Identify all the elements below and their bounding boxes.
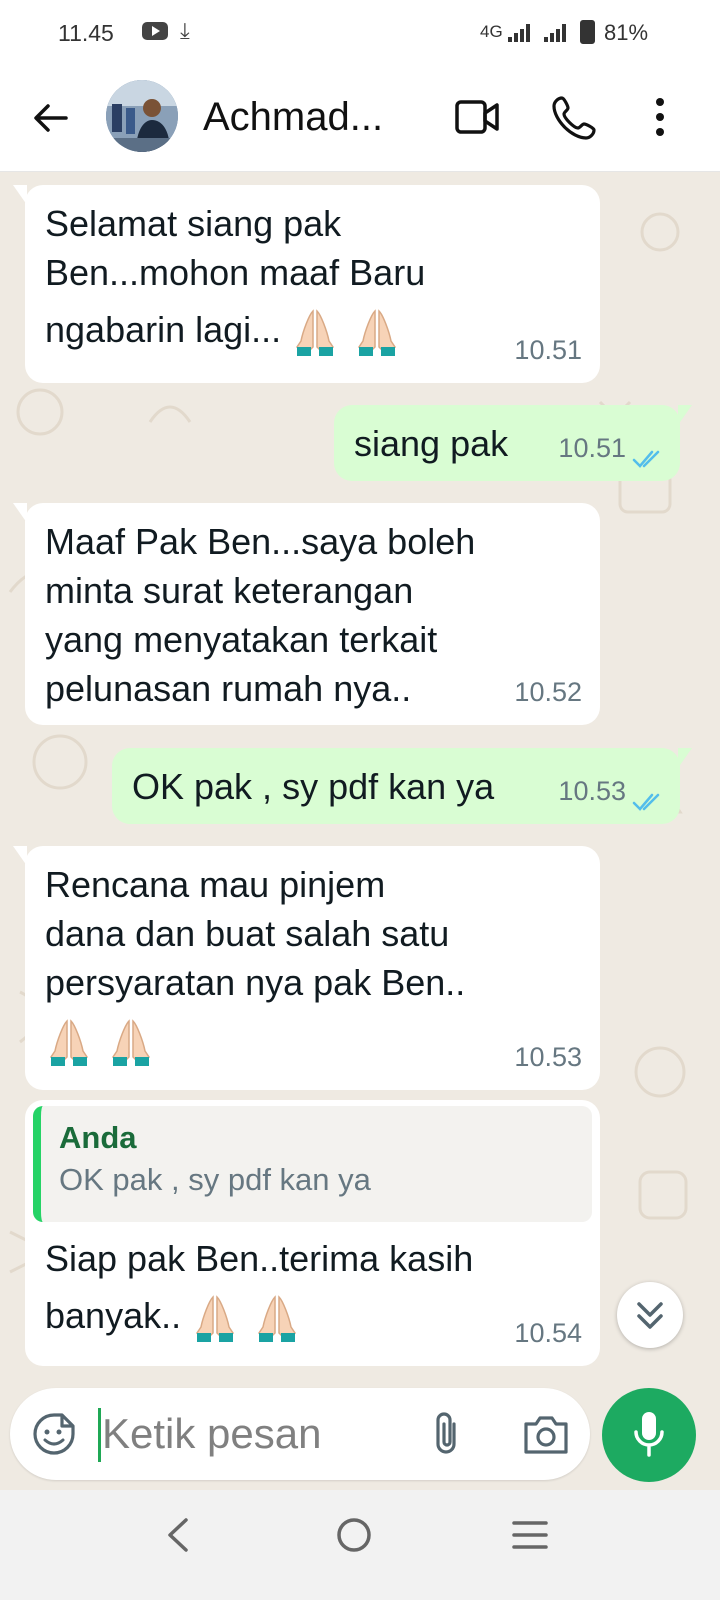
message-text: persyaratan nya pak Ben.. — [45, 962, 466, 1003]
bubble-tail — [13, 846, 27, 866]
folded-hands-emoji — [50, 1019, 88, 1067]
message-text: pelunasan rumah nya.. — [45, 668, 412, 709]
message-text: Ben...mohon maaf Baru — [45, 252, 426, 293]
voice-call-icon[interactable] — [552, 94, 598, 140]
battery-percent: 81% — [604, 20, 649, 45]
system-nav-bar — [0, 1490, 720, 1600]
signal-icon — [544, 24, 568, 42]
bubble-tail — [678, 748, 692, 768]
message-text: Siap pak Ben..terima kasih — [45, 1238, 474, 1279]
folded-hands-emoji — [358, 309, 397, 357]
message-bubble-incoming[interactable]: Anda OK pak , sy pdf kan ya Siap pak Ben… — [25, 1100, 600, 1366]
status-time: 11.45 — [58, 20, 114, 46]
nav-home-icon[interactable] — [334, 1510, 374, 1560]
message-text: ngabarin lagi... — [45, 309, 282, 350]
chat-header: Achmad... — [0, 68, 720, 172]
message-bubble-outgoing[interactable]: siang pak 10.51 — [334, 405, 692, 481]
message-time: 10.51 — [558, 433, 626, 463]
youtube-icon — [142, 22, 168, 40]
download-icon: ⤓ — [180, 18, 190, 43]
message-composer — [10, 1388, 590, 1480]
bubble-tail — [13, 503, 27, 523]
folded-hands-emoji — [112, 1019, 150, 1067]
video-call-icon[interactable] — [454, 98, 500, 136]
quote-author: Anda — [59, 1120, 137, 1155]
message-text-last-line: ngabarin lagi... — [45, 297, 580, 363]
contact-name[interactable]: Achmad... — [203, 95, 383, 140]
more-options-icon[interactable] — [648, 96, 672, 138]
avatar[interactable] — [106, 80, 178, 152]
double-chevron-down-icon — [637, 1302, 663, 1329]
message-text-last-line: banyak.. — [45, 1283, 580, 1349]
nav-recents-icon[interactable] — [510, 1510, 550, 1560]
read-receipt-icon — [632, 793, 660, 811]
back-arrow-icon[interactable] — [30, 98, 70, 138]
message-bubble-incoming[interactable]: Selamat siang pak Ben...mohon maaf Baru … — [13, 185, 600, 383]
battery-icon — [580, 20, 595, 44]
message-input[interactable] — [98, 1402, 398, 1466]
camera-icon[interactable] — [522, 1412, 570, 1456]
bubble-tail — [13, 185, 27, 205]
message-text: Selamat siang pak — [45, 203, 342, 244]
message-bubble-incoming[interactable]: Rencana mau pinjem dana dan buat salah s… — [13, 846, 600, 1090]
scroll-to-bottom-button[interactable] — [617, 1282, 683, 1348]
microphone-icon — [634, 1412, 664, 1457]
message-time: 10.51 — [514, 335, 582, 365]
message-time: 10.54 — [514, 1318, 582, 1348]
signal-icon — [508, 24, 532, 42]
status-bar: 11.45 ⤓ 4G 81% — [0, 0, 720, 68]
network-type: 4G — [480, 22, 503, 41]
message-text: dana dan buat salah satu — [45, 913, 450, 954]
message-text: minta surat keterangan — [45, 570, 414, 611]
sticker-icon[interactable] — [32, 1412, 76, 1456]
message-emoji-line — [45, 1007, 580, 1073]
folded-hands-emoji — [196, 1295, 235, 1343]
folded-hands-emoji — [258, 1295, 297, 1343]
folded-hands-emoji — [296, 309, 335, 357]
attach-icon[interactable] — [430, 1410, 466, 1458]
nav-back-icon[interactable] — [158, 1510, 198, 1560]
message-time: 10.52 — [514, 677, 582, 707]
quoted-message[interactable]: Anda OK pak , sy pdf kan ya — [33, 1106, 592, 1222]
message-time: 10.53 — [514, 1042, 582, 1072]
message-time: 10.53 — [558, 776, 626, 806]
message-text: Rencana mau pinjem — [45, 864, 386, 905]
message-bubble-incoming[interactable]: Maaf Pak Ben...saya boleh minta surat ke… — [13, 503, 600, 725]
bubble-tail — [678, 405, 692, 425]
message-text: Maaf Pak Ben...saya boleh — [45, 521, 476, 562]
avatar-photo — [106, 80, 178, 152]
message-text: yang menyatakan terkait — [45, 619, 438, 660]
quote-text: OK pak , sy pdf kan ya — [59, 1162, 371, 1197]
message-bubble-outgoing[interactable]: OK pak , sy pdf kan ya 10.53 — [112, 748, 692, 824]
chat-area[interactable]: Selamat siang pak Ben...mohon maaf Baru … — [0, 172, 720, 1490]
message-text: banyak.. — [45, 1295, 182, 1336]
voice-message-button[interactable] — [602, 1388, 696, 1482]
read-receipt-icon — [632, 450, 660, 468]
